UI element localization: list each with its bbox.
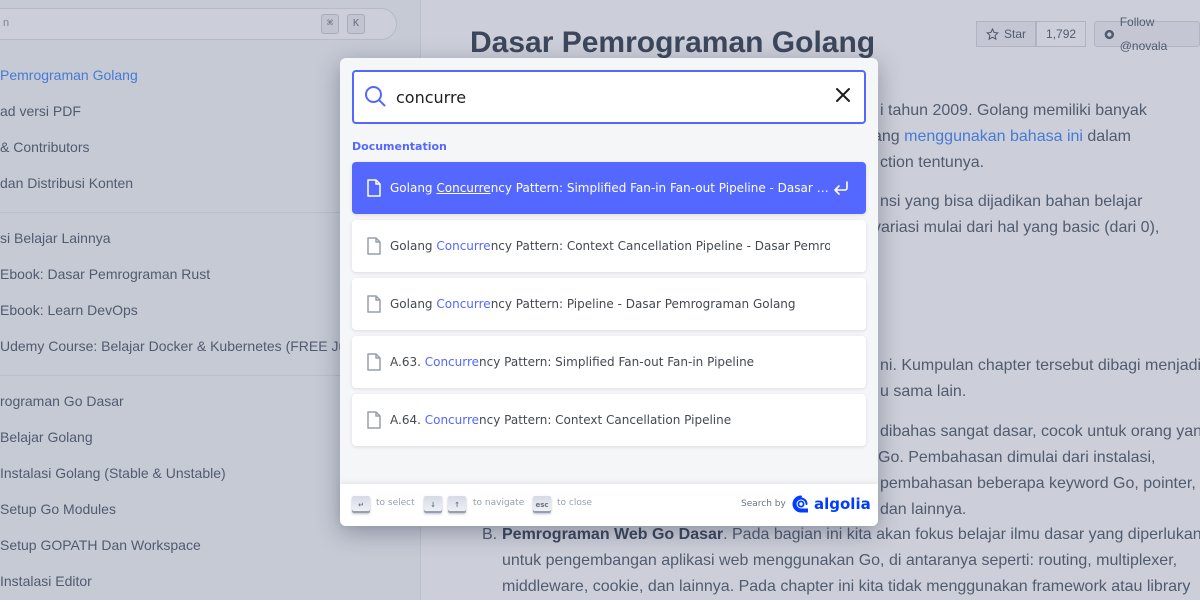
search-results: Golang Concurrency Pattern: Simplified F…: [352, 162, 866, 452]
search-footer: ↵ to select ↓ ↑ to navigate esc to close…: [340, 484, 878, 526]
result-title: Golang Concurrency Pattern: Simplified F…: [390, 181, 829, 195]
document-icon: [367, 237, 381, 255]
search-icon: [365, 86, 386, 107]
close-icon[interactable]: [834, 86, 852, 104]
escape-key: esc: [533, 496, 551, 513]
algolia-icon: [792, 495, 808, 513]
search-modal: Documentation Golang Concurrency Pattern…: [340, 58, 878, 526]
search-form: [352, 70, 866, 124]
document-icon: [367, 295, 381, 313]
search-result[interactable]: A.63. Concurrency Pattern: Simplified Fa…: [352, 336, 866, 388]
algolia-wordmark: algolia: [814, 495, 871, 513]
search-result[interactable]: Golang Concurrency Pattern: Simplified F…: [352, 162, 866, 214]
result-title: Golang Concurrency Pattern: Context Canc…: [390, 239, 830, 253]
hits-source-title: Documentation: [352, 140, 447, 153]
document-icon: [367, 411, 381, 429]
select-hint: to select: [376, 498, 415, 508]
search-input[interactable]: [394, 82, 818, 112]
search-result[interactable]: Golang Concurrency Pattern: Context Canc…: [352, 220, 866, 272]
document-icon: [367, 179, 381, 197]
result-title: A.63. Concurrency Pattern: Simplified Fa…: [390, 355, 755, 369]
enter-icon: [834, 181, 848, 195]
search-by-label: Search by: [741, 499, 786, 509]
arrow-down-key: ↓: [424, 496, 442, 513]
close-hint: to close: [557, 498, 593, 508]
navigate-hint: to navigate: [473, 498, 525, 508]
enter-key: ↵: [352, 496, 370, 513]
document-icon: [367, 353, 381, 371]
algolia-logo-link[interactable]: algolia: [792, 495, 871, 513]
search-result[interactable]: A.64. Concurrency Pattern: Context Cance…: [352, 394, 866, 446]
search-result[interactable]: Golang Concurrency Pattern: Pipeline - D…: [352, 278, 866, 330]
arrow-up-key: ↑: [448, 496, 466, 513]
result-title: A.64. Concurrency Pattern: Context Cance…: [390, 413, 732, 427]
result-title: Golang Concurrency Pattern: Pipeline - D…: [390, 297, 796, 311]
